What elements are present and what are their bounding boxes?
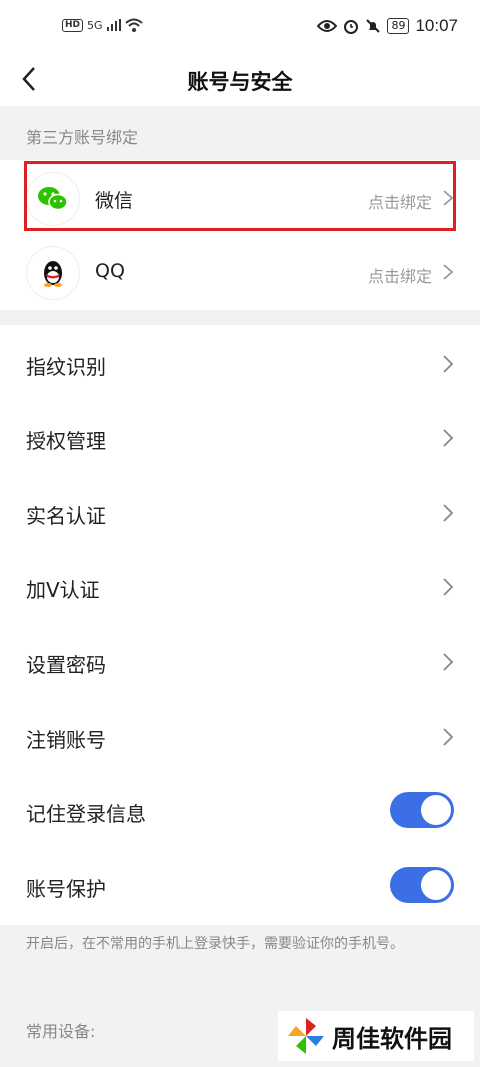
toggle-knob <box>421 870 451 900</box>
qq-bind-action[interactable]: 点击绑定 <box>368 263 432 287</box>
chevron-right-icon <box>443 578 454 596</box>
fingerprint-item[interactable]: 指纹识别 <box>0 327 480 401</box>
section-header-label: 第三方账号绑定 <box>26 128 139 147</box>
signal-icon <box>106 19 121 31</box>
chevron-right-icon <box>443 504 454 522</box>
devices-header: 常用设备: <box>26 1022 96 1041</box>
clock: 10:07 <box>415 16 458 35</box>
wifi-icon <box>124 18 143 32</box>
third-party-section-header: 第三方账号绑定 <box>0 106 480 160</box>
delete-account-item[interactable]: 注销账号 <box>0 700 480 774</box>
item-label: 实名认证 <box>26 504 106 528</box>
item-label: 账号保护 <box>26 877 106 901</box>
authorization-item[interactable]: 授权管理 <box>0 401 480 475</box>
set-password-item[interactable]: 设置密码 <box>0 625 480 699</box>
nav-bar: 账号与安全 <box>0 56 480 106</box>
toggle-knob <box>421 795 451 825</box>
pinwheel-logo-icon <box>288 1018 324 1054</box>
v-verification-item[interactable]: 加V认证 <box>0 550 480 624</box>
remember-login-item: 记住登录信息 <box>0 774 480 848</box>
alarm-icon <box>344 20 359 34</box>
account-protection-item: 账号保护 <box>0 849 480 923</box>
chevron-right-icon <box>443 728 454 746</box>
real-name-item[interactable]: 实名认证 <box>0 476 480 550</box>
network-label: 5G <box>87 18 103 32</box>
mute-icon <box>366 19 381 33</box>
status-right: 89 10:07 <box>317 16 458 36</box>
battery-indicator: 89 <box>387 18 410 34</box>
remember-login-toggle[interactable] <box>390 792 454 828</box>
chevron-right-icon <box>443 429 454 447</box>
item-label: 授权管理 <box>26 429 106 453</box>
chevron-right-icon <box>443 653 454 671</box>
item-label: 记住登录信息 <box>26 802 146 826</box>
chevron-right-icon <box>443 355 454 373</box>
watermark: 周佳软件园 <box>278 1011 474 1061</box>
chevron-right-icon <box>443 264 454 280</box>
qq-label: QQ <box>95 260 125 282</box>
item-label: 加V认证 <box>26 578 100 602</box>
settings-list: 指纹识别 授权管理 实名认证 加V认证 设置密码 注销账号 记住登录信息 账号保… <box>0 325 480 925</box>
qq-bind-row[interactable]: QQ 点击绑定 <box>0 236 480 308</box>
qq-logo-icon <box>26 246 80 300</box>
watermark-text: 周佳软件园 <box>332 1025 452 1053</box>
item-label: 注销账号 <box>26 728 106 752</box>
item-label: 指纹识别 <box>26 355 106 379</box>
hd-badge: HD <box>62 18 84 32</box>
account-protection-toggle[interactable] <box>390 867 454 903</box>
eye-icon <box>317 20 338 32</box>
page-title: 账号与安全 <box>187 70 293 94</box>
status-left: HD 5G <box>62 18 143 32</box>
item-label: 设置密码 <box>26 653 106 677</box>
status-bar: HD 5G 89 10:07 <box>0 0 480 56</box>
protection-note: 开启后，在不常用的手机上登录快手，需要验证你的手机号。 <box>26 936 404 952</box>
wechat-highlight-box <box>24 161 456 231</box>
